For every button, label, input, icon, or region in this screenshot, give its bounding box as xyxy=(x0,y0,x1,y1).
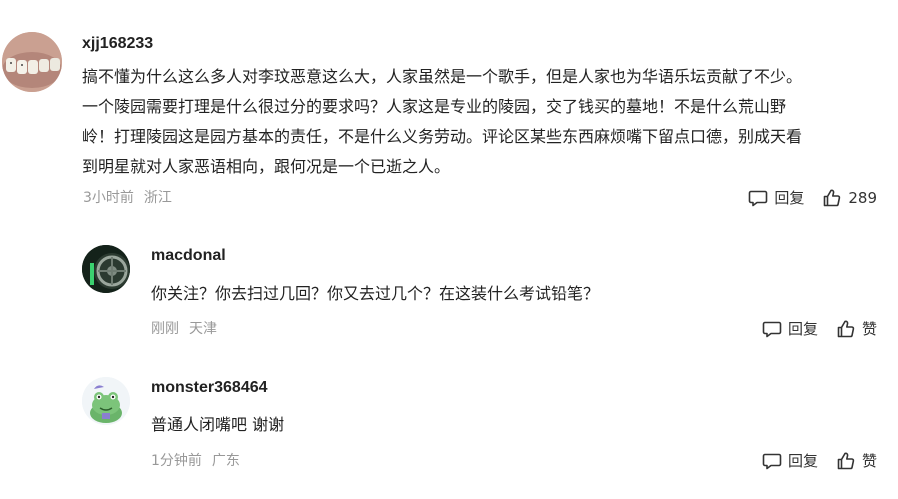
comment-bubble-icon xyxy=(762,453,782,470)
username[interactable]: xjj168233 xyxy=(82,34,153,54)
like-label: 赞 xyxy=(861,320,877,338)
username[interactable]: macdonal xyxy=(151,246,226,266)
username[interactable]: monster368464 xyxy=(151,378,268,398)
teeth-avatar-image xyxy=(2,32,62,92)
comment-line: 岭！打理陵园这是园方基本的责任，不是什么义务劳动。评论区某些东西麻烦嘴下留点口德… xyxy=(82,127,803,146)
like-label: 赞 xyxy=(861,452,877,470)
reply-button[interactable]: 回复 xyxy=(762,319,818,339)
timestamp: 1分钟前 xyxy=(151,453,202,469)
reply-label: 回复 xyxy=(787,452,818,470)
comment-line: 你关注？你去扫过几回？你又去过几个？在这装什么考试铅笔？ xyxy=(151,284,600,303)
comment-actions: 回复 289 xyxy=(730,188,877,208)
location: 广东 xyxy=(211,453,240,469)
comment-content: 你关注？你去扫过几回？你又去过几个？在这装什么考试铅笔？ xyxy=(151,279,871,309)
comment-bubble-icon xyxy=(762,321,782,338)
comment-bubble-icon xyxy=(749,190,768,207)
comment-line: 一个陵园需要打理是什么很过分的要求吗？人家这是专业的陵园，交了钱买的墓地！不是什… xyxy=(82,97,787,116)
reply-button[interactable]: 回复 xyxy=(762,451,818,471)
timestamp: 刚刚 xyxy=(151,321,179,337)
timestamp: 3小时前 xyxy=(83,190,134,206)
like-button[interactable]: 赞 xyxy=(836,451,877,471)
reply-label: 回复 xyxy=(787,320,818,338)
thumbs-up-icon xyxy=(824,189,841,207)
comment-actions: 回复 赞 xyxy=(744,319,877,339)
like-button[interactable]: 赞 xyxy=(836,319,877,339)
comment-meta: 3小时前 浙江 xyxy=(83,188,182,208)
thumbs-up-icon xyxy=(837,320,855,338)
frog-avatar-image xyxy=(82,377,130,425)
thumbs-up-icon xyxy=(837,452,855,470)
comment-line: 搞不懂为什么这么多人对李玟恶意这么大，人家虽然是一个歌手，但是人家也为华语乐坛贡… xyxy=(82,67,803,86)
comment-content: 搞不懂为什么这么多人对李玟恶意这么大，人家虽然是一个歌手，但是人家也为华语乐坛贡… xyxy=(82,62,882,182)
comment-line: 普通人闭嘴吧 谢谢 xyxy=(151,415,285,434)
comment-meta: 1分钟前 广东 xyxy=(151,451,250,471)
comment-meta: 刚刚 天津 xyxy=(151,319,227,339)
reply-label: 回复 xyxy=(774,189,805,207)
avatar[interactable] xyxy=(82,245,130,293)
like-count: 289 xyxy=(848,189,877,207)
like-button[interactable]: 289 xyxy=(822,188,877,208)
location: 浙江 xyxy=(143,190,172,206)
comment-actions: 回复 赞 xyxy=(744,451,877,471)
location: 天津 xyxy=(189,321,217,337)
comment-line: 到明星就对人家恶语相向，跟何况是一个已逝之人。 xyxy=(82,157,451,176)
avatar[interactable] xyxy=(82,377,130,425)
comment-content: 普通人闭嘴吧 谢谢 xyxy=(151,410,871,440)
reply-button[interactable]: 回复 xyxy=(748,188,804,208)
wheel-avatar-image xyxy=(82,245,130,293)
avatar[interactable] xyxy=(2,32,62,92)
